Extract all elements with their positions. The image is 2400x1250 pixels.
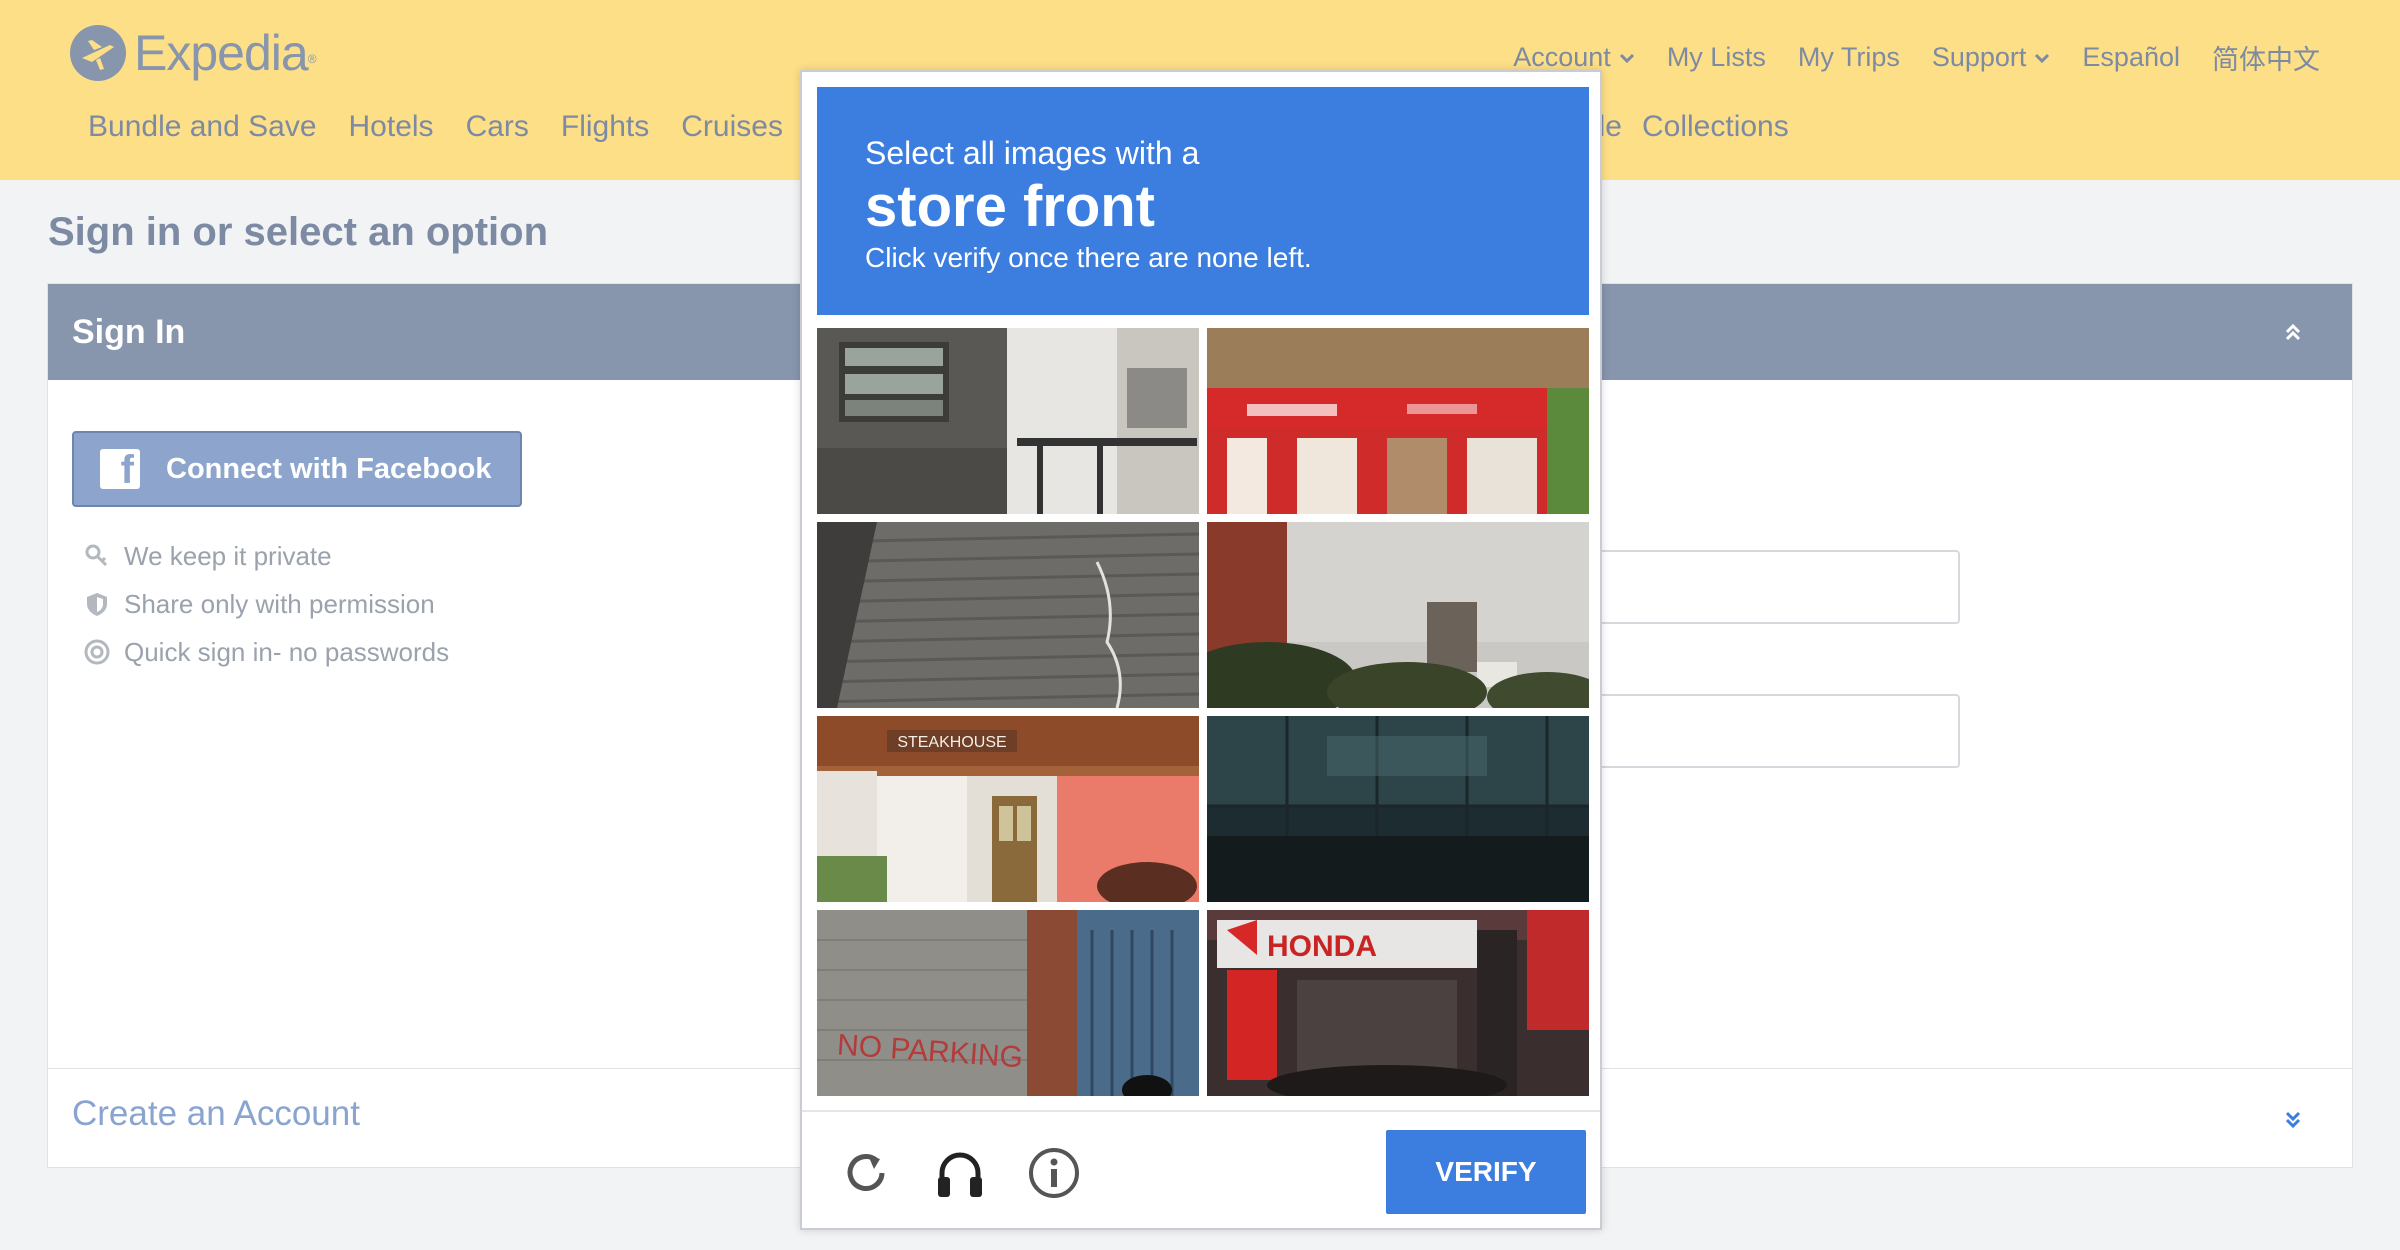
nav-bundle-and-save[interactable]: Bundle and Save	[88, 110, 317, 144]
facebook-letter: f	[120, 448, 134, 492]
verify-button[interactable]: VERIFY	[1386, 1130, 1586, 1214]
shield-icon	[87, 593, 107, 616]
perk-label: We keep it private	[124, 540, 332, 571]
connect-facebook-button[interactable]: f Connect with Facebook	[72, 431, 522, 507]
my-trips-link[interactable]: My Trips	[1798, 38, 1900, 77]
logo-text: Expedia	[134, 25, 309, 81]
create-account-link[interactable]: Create an Account	[72, 1094, 360, 1134]
email-field[interactable]	[1590, 550, 1960, 624]
support-menu[interactable]: Support	[1932, 38, 2051, 77]
nav-hotels[interactable]: Hotels	[349, 110, 434, 144]
captcha-instructions: Select all images with a store front Cli…	[817, 87, 1589, 315]
refresh-icon[interactable]	[838, 1145, 894, 1201]
nav-cruises[interactable]: Cruises	[681, 110, 783, 144]
trademark: ®	[307, 52, 317, 66]
support-label: Support	[1931, 42, 2027, 72]
nav-collections[interactable]: Collections	[1642, 110, 1789, 144]
chevron-down-icon	[2035, 53, 2050, 63]
chevron-down-icon	[1619, 53, 1634, 63]
double-chevron-up-icon[interactable]	[2282, 321, 2304, 343]
captcha-tile-5[interactable]: STEAKHOUSE	[817, 716, 1199, 902]
captcha-tile-8[interactable]: HONDA	[1207, 910, 1589, 1096]
captcha-target-label: store front	[865, 174, 1155, 239]
captcha-tile-2[interactable]	[1207, 328, 1589, 514]
espanol-link[interactable]: Español	[2082, 38, 2180, 77]
perk-label: Quick sign in- no passwords	[124, 636, 450, 667]
info-icon[interactable]	[1026, 1145, 1082, 1201]
captcha-footer-divider	[802, 1110, 1600, 1112]
nav-flights[interactable]: Flights	[561, 110, 649, 144]
captcha-instruction-hint: Click verify once there are none left.	[865, 242, 1312, 273]
headphones-icon[interactable]	[932, 1145, 988, 1201]
double-chevron-down-icon[interactable]	[2282, 1109, 2304, 1131]
perk-label: Share only with permission	[124, 588, 435, 619]
my-lists-link[interactable]: My Lists	[1667, 38, 1766, 77]
nav-cars[interactable]: Cars	[466, 110, 529, 144]
password-field[interactable]	[1590, 694, 1960, 768]
signin-heading: Sign In	[72, 312, 186, 351]
captcha-dialog: Select all images with a store front Cli…	[800, 70, 1602, 1230]
account-label: Account	[1513, 42, 1611, 72]
captcha-tile-6[interactable]	[1207, 716, 1589, 902]
plane-globe-icon	[70, 25, 126, 81]
honda-sign-text: HONDA	[1267, 930, 1377, 963]
perk-item: We keep it private	[84, 532, 449, 580]
captcha-tile-3[interactable]	[817, 522, 1199, 708]
captcha-tile-4[interactable]	[1207, 522, 1589, 708]
chinese-link[interactable]: 简体中文	[2212, 38, 2320, 77]
facebook-button-label: Connect with Facebook	[166, 452, 492, 485]
main-nav-right: le Collections	[1582, 110, 1789, 144]
facebook-perks-list: We keep it private Share only with permi…	[84, 532, 449, 676]
utility-nav: Account My Lists My Trips Support Españo…	[1513, 38, 2320, 77]
steakhouse-sign-text: STEAKHOUSE	[897, 734, 1006, 751]
perk-item: Quick sign in- no passwords	[84, 628, 449, 676]
quick-signin-icon	[84, 639, 110, 665]
key-icon	[85, 544, 108, 567]
expedia-logo[interactable]: Expedia ®	[70, 24, 317, 82]
captcha-tile-1[interactable]	[817, 328, 1199, 514]
facebook-icon: f	[100, 448, 140, 492]
perk-item: Share only with permission	[84, 580, 449, 628]
captcha-instruction-line: Select all images with a	[865, 135, 1200, 171]
main-nav: Bundle and Save Hotels Cars Flights Crui…	[88, 110, 783, 144]
page-title: Sign in or select an option	[48, 210, 549, 254]
captcha-tile-7[interactable]: NO PARKING	[817, 910, 1199, 1096]
